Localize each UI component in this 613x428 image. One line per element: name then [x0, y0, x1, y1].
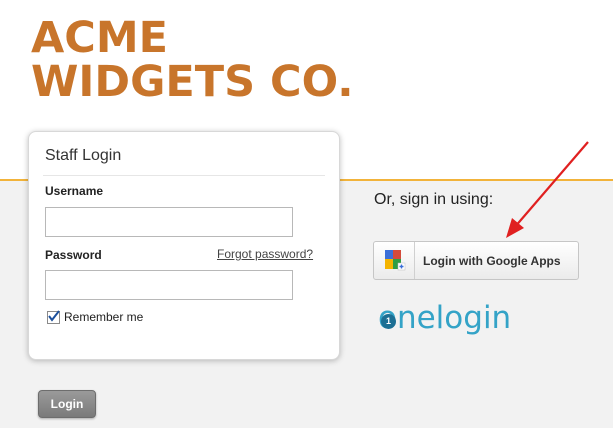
onelogin-badge-icon: 1: [381, 314, 396, 329]
staff-login-card: Staff Login Username Password Forgot pas…: [28, 131, 340, 360]
google-apps-icon: [374, 242, 415, 279]
login-button[interactable]: Login: [38, 390, 96, 418]
password-label: Password: [45, 248, 102, 262]
google-apps-login-button[interactable]: Login with Google Apps: [373, 241, 579, 280]
card-title: Staff Login: [45, 147, 122, 164]
annotation-arrow-icon: [506, 141, 589, 238]
alt-signin-heading: Or, sign in using:: [374, 191, 494, 208]
onelogin-link[interactable]: onelogin: [378, 300, 511, 336]
card-divider: [43, 175, 325, 176]
remember-me-row[interactable]: Remember me: [47, 309, 144, 324]
brand-line-2: WIDGETS CO.: [31, 57, 354, 107]
password-input[interactable]: [45, 270, 293, 300]
remember-me-label: Remember me: [64, 310, 144, 324]
brand-logo: ACME WIDGETS CO.: [31, 16, 354, 104]
username-input[interactable]: [45, 207, 293, 237]
remember-me-checkbox[interactable]: [47, 309, 60, 324]
checkmark-icon: [48, 309, 60, 322]
brand-line-1: ACME: [31, 13, 168, 63]
username-label: Username: [45, 184, 104, 198]
forgot-password-link[interactable]: Forgot password?: [217, 247, 313, 261]
google-apps-button-label: Login with Google Apps: [423, 254, 561, 268]
